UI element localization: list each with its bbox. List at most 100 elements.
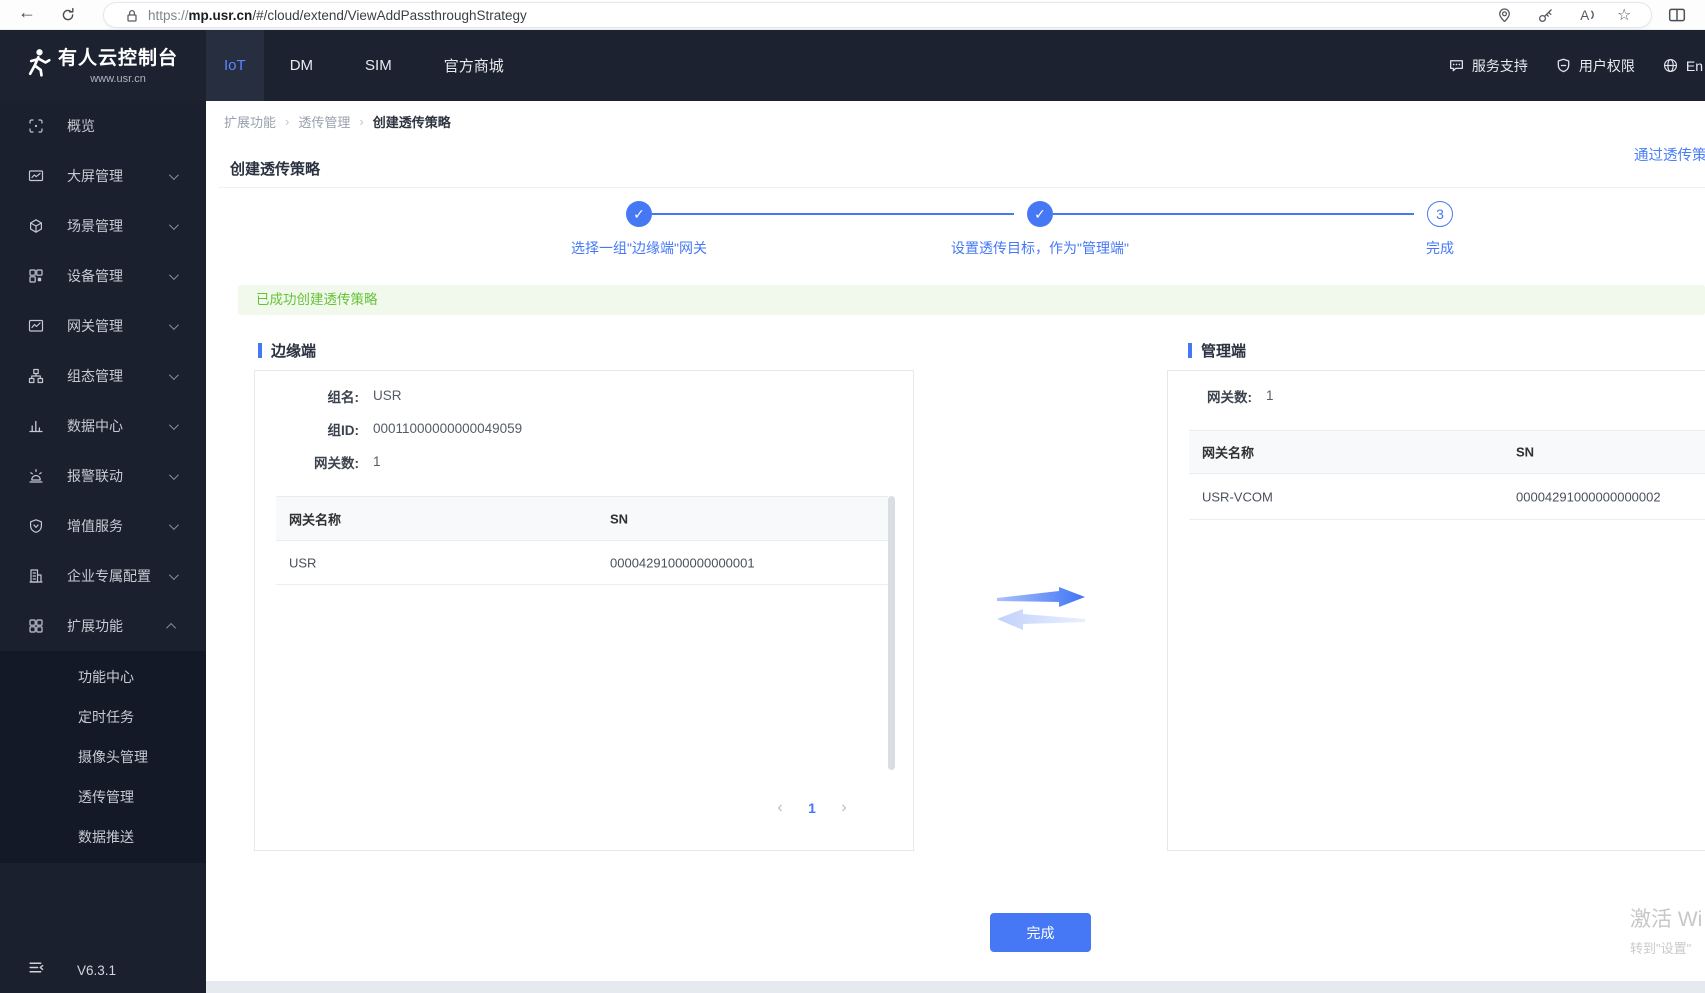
chat-icon bbox=[1449, 60, 1463, 72]
back-icon[interactable]: ← bbox=[18, 2, 36, 23]
language-toggle[interactable]: En bbox=[1662, 57, 1703, 74]
sidebar-item-label: 数据中心 bbox=[67, 418, 123, 434]
read-aloud-icon[interactable]: A bbox=[1578, 6, 1596, 29]
pagination-page-1[interactable]: 1 bbox=[801, 800, 823, 816]
language-label: En bbox=[1685, 57, 1703, 74]
step-2-label: 设置透传目标，作为"管理端" bbox=[951, 240, 1129, 256]
table-scrollbar[interactable] bbox=[888, 496, 895, 770]
service-support-label: 服务支持 bbox=[1471, 57, 1528, 74]
breadcrumb-passthrough[interactable]: 透传管理 bbox=[298, 112, 350, 131]
sidebar-item-gateway[interactable]: 网关管理 bbox=[0, 301, 206, 351]
field-label: 组ID: bbox=[327, 422, 360, 438]
column-gateway-name: 网关名称 bbox=[289, 512, 342, 527]
field-value: 1 bbox=[373, 454, 381, 469]
gateway-icon bbox=[28, 319, 44, 332]
globe-icon bbox=[1663, 58, 1677, 73]
sidebar-item-vas[interactable]: 增值服务 bbox=[0, 501, 206, 551]
sidebar-subitem-passthrough[interactable]: 透传管理 bbox=[0, 777, 206, 817]
chevron-down-icon bbox=[168, 569, 179, 580]
url-text: https://mp.usr.cn/#/cloud/extend/ViewAdd… bbox=[148, 8, 527, 23]
sidebar-item-label: 概览 bbox=[67, 118, 95, 134]
strategy-link[interactable]: 通过透传策 bbox=[1634, 144, 1705, 165]
section-accent-bar bbox=[258, 343, 262, 358]
sidebar-item-screen[interactable]: 大屏管理 bbox=[0, 151, 206, 201]
grid-icon bbox=[29, 619, 43, 633]
chevron-down-icon bbox=[168, 469, 179, 480]
field-group-id: 组ID: 00011000000000049059 bbox=[255, 412, 913, 445]
favorite-star-icon[interactable]: ☆ bbox=[1617, 5, 1631, 25]
building-icon bbox=[29, 569, 43, 583]
sidebar-item-scene[interactable]: 场景管理 bbox=[0, 201, 206, 251]
breadcrumb-extend[interactable]: 扩展功能 bbox=[224, 112, 276, 131]
field-label: 网关数: bbox=[1207, 389, 1252, 405]
device-icon bbox=[29, 269, 43, 283]
lock-icon[interactable] bbox=[124, 8, 140, 29]
field-gateway-count: 网关数: 1 bbox=[255, 445, 913, 478]
url-scheme: https:// bbox=[148, 8, 189, 23]
reload-icon[interactable] bbox=[60, 7, 76, 28]
step-1-circle: ✓ bbox=[626, 201, 652, 227]
navbar-right: 服务支持 用户权限 En bbox=[1448, 30, 1703, 101]
manage-section-title: 管理端 bbox=[1201, 343, 1247, 360]
breadcrumb-separator: › bbox=[285, 114, 290, 129]
sidebar-item-scada[interactable]: 组态管理 bbox=[0, 351, 206, 401]
cell-gateway-name: USR bbox=[289, 555, 317, 570]
windows-activation-watermark: 激活 Wi 转到"设置" bbox=[1630, 903, 1702, 957]
sidebar-subitem-function-center[interactable]: 功能中心 bbox=[0, 657, 206, 697]
sidebar-item-datacenter[interactable]: 数据中心 bbox=[0, 401, 206, 451]
chevron-down-icon bbox=[168, 269, 179, 280]
address-bar[interactable]: https://mp.usr.cn/#/cloud/extend/ViewAdd… bbox=[103, 2, 1652, 28]
table-row[interactable]: USR-VCOM 00004291000000000002 bbox=[1189, 474, 1705, 520]
title-divider bbox=[218, 187, 1705, 188]
tab-sim[interactable]: SIM bbox=[339, 30, 418, 101]
sidebar-item-enterprise[interactable]: 企业专属配置 bbox=[0, 551, 206, 601]
step-3-label: 完成 bbox=[1426, 240, 1454, 256]
location-icon[interactable] bbox=[1496, 7, 1513, 29]
tab-official-mall[interactable]: 官方商城 bbox=[418, 30, 530, 101]
sidebar-item-label: 报警联动 bbox=[67, 468, 123, 484]
table-header-row: 网关名称 SN bbox=[276, 496, 888, 541]
chevron-down-icon bbox=[168, 219, 179, 230]
split-screen-icon[interactable] bbox=[1668, 6, 1686, 29]
field-label: 网关数: bbox=[314, 455, 359, 471]
step-connector-2 bbox=[1053, 213, 1414, 215]
success-alert: 已成功创建透传策略 bbox=[238, 285, 1705, 315]
chevron-down-icon bbox=[168, 419, 179, 430]
bar-chart-icon bbox=[29, 420, 43, 433]
pagination-next-icon[interactable]: › bbox=[833, 799, 855, 817]
field-value: USR bbox=[373, 388, 402, 403]
field-value: 1 bbox=[1266, 388, 1274, 403]
edge-info-fields: 组名: USR 组ID: 00011000000000049059 网关数: 1 bbox=[255, 371, 913, 478]
user-permission[interactable]: 用户权限 bbox=[1555, 56, 1635, 76]
sidebar-subitem-data-push[interactable]: 数据推送 bbox=[0, 817, 206, 857]
pagination-prev-icon[interactable]: ‹ bbox=[769, 799, 791, 817]
section-accent-bar bbox=[1188, 343, 1192, 358]
sidebar-item-alarm[interactable]: 报警联动 bbox=[0, 451, 206, 501]
cell-gateway-name: USR-VCOM bbox=[1202, 489, 1273, 504]
sidebar-item-label: 组态管理 bbox=[67, 368, 123, 384]
chevron-down-icon bbox=[168, 519, 179, 530]
sidebar-item-overview[interactable]: 概览 bbox=[0, 101, 206, 151]
watermark-line-2: 转到"设置" bbox=[1630, 941, 1692, 956]
tab-iot[interactable]: IoT bbox=[206, 30, 264, 101]
collapse-sidebar-icon[interactable] bbox=[28, 959, 45, 981]
key-icon[interactable] bbox=[1537, 7, 1554, 29]
manage-info-fields: 网关数: 1 bbox=[1168, 371, 1705, 412]
sidebar: 概览 大屏管理 场景管理 设备管理 网关管理 组态管理 数据中心 报警联动 增值… bbox=[0, 101, 206, 993]
sidebar-item-label: 扩展功能 bbox=[67, 618, 123, 634]
table-row[interactable]: USR 00004291000000000001 bbox=[276, 541, 888, 585]
finish-button[interactable]: 完成 bbox=[990, 913, 1091, 952]
edge-section-title: 边缘端 bbox=[271, 343, 317, 360]
sidebar-item-extend[interactable]: 扩展功能 bbox=[0, 601, 206, 651]
sidebar-item-label: 增值服务 bbox=[67, 518, 123, 534]
user-permission-label: 用户权限 bbox=[1578, 57, 1635, 74]
transfer-arrows-icon bbox=[995, 585, 1087, 636]
overview-icon bbox=[29, 119, 43, 133]
sidebar-subitem-timed-task[interactable]: 定时任务 bbox=[0, 697, 206, 737]
url-path: /#/cloud/extend/ViewAddPassthroughStrate… bbox=[252, 8, 527, 23]
sidebar-subitem-camera[interactable]: 摄像头管理 bbox=[0, 737, 206, 777]
tab-dm[interactable]: DM bbox=[264, 30, 339, 101]
sidebar-item-device[interactable]: 设备管理 bbox=[0, 251, 206, 301]
service-support[interactable]: 服务支持 bbox=[1448, 56, 1528, 76]
horizontal-scrollbar-track[interactable] bbox=[206, 981, 1705, 993]
